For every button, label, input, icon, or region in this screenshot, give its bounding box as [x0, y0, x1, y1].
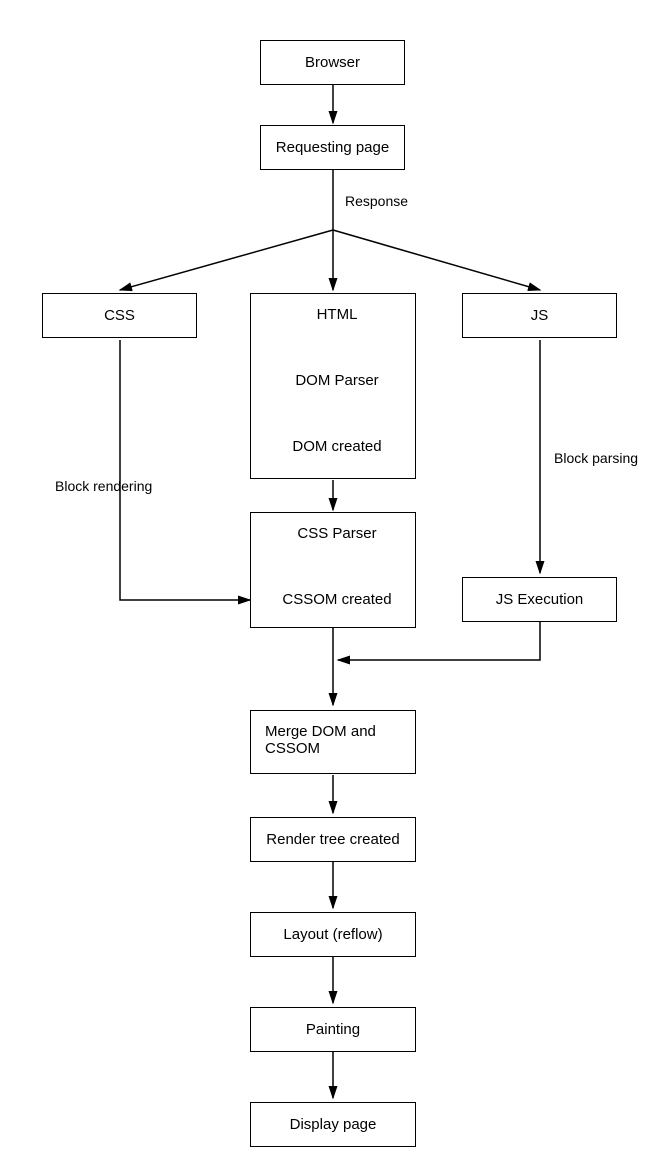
node-dom-created: DOM created — [255, 438, 419, 455]
node-label: JS — [531, 307, 549, 324]
edge-label-response: Response — [345, 193, 408, 209]
node-cssom-created: CSSOM created — [255, 591, 419, 608]
node-requesting-page: Requesting page — [260, 125, 405, 170]
node-layout: Layout (reflow) — [250, 912, 416, 957]
node-label: Render tree created — [266, 831, 399, 848]
node-css-parser-group: CSS Parser CSSOM created — [250, 512, 416, 628]
node-js-execution: JS Execution — [462, 577, 617, 622]
node-html: HTML — [255, 306, 419, 323]
node-browser: Browser — [260, 40, 405, 85]
node-dom-parser: DOM Parser — [255, 372, 419, 389]
node-merge: Merge DOM and CSSOM — [250, 710, 416, 774]
node-label: Painting — [306, 1021, 360, 1038]
node-painting: Painting — [250, 1007, 416, 1052]
node-label: Merge DOM and CSSOM — [265, 723, 401, 757]
node-render-tree: Render tree created — [250, 817, 416, 862]
edge-label-block-rendering: Block rendering — [55, 478, 152, 494]
node-label: CSS — [104, 307, 135, 324]
node-label: Layout (reflow) — [283, 926, 382, 943]
node-label: JS Execution — [496, 591, 584, 608]
node-display-page: Display page — [250, 1102, 416, 1147]
node-css: CSS — [42, 293, 197, 338]
node-css-parser: CSS Parser — [255, 525, 419, 542]
node-label: Display page — [290, 1116, 377, 1133]
edge-label-block-parsing: Block parsing — [554, 450, 638, 466]
node-label: Requesting page — [276, 139, 389, 156]
node-js: JS — [462, 293, 617, 338]
node-html-group: HTML DOM Parser DOM created — [250, 293, 416, 479]
node-label: Browser — [305, 54, 360, 71]
